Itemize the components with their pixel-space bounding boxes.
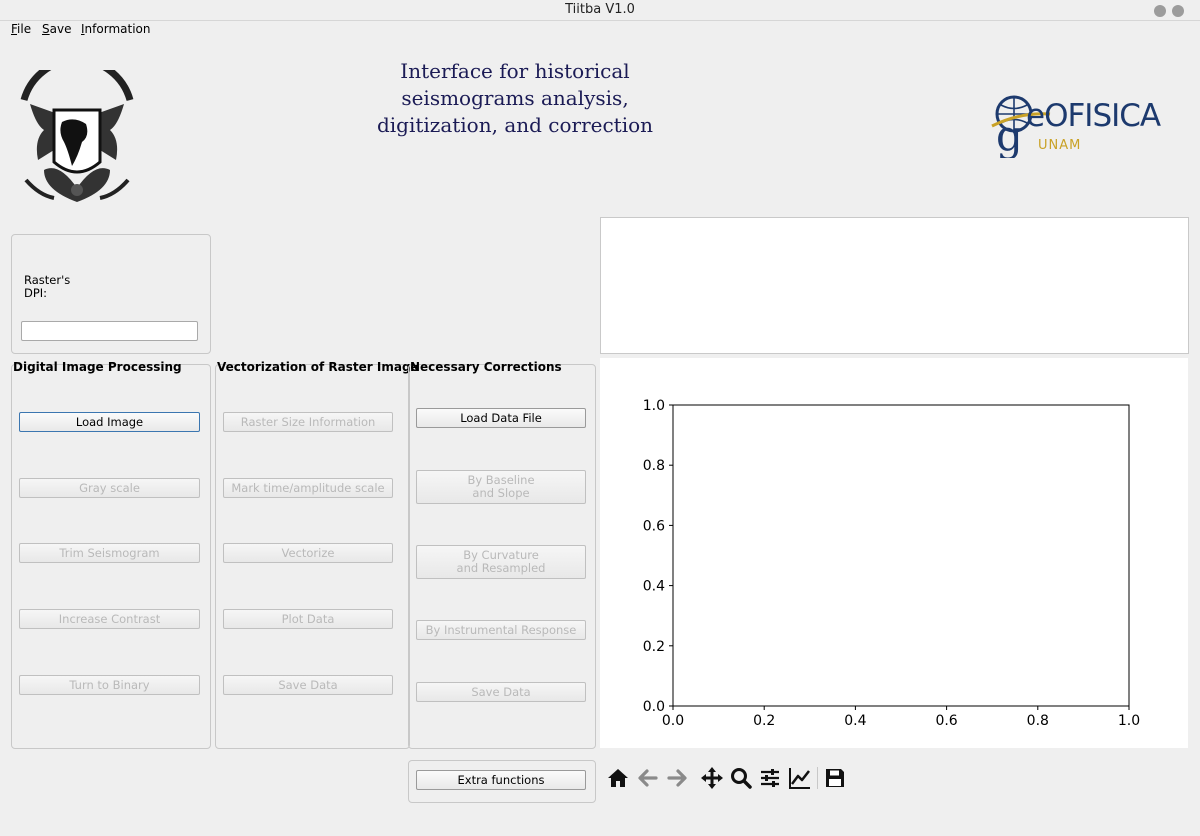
axes-frame — [672, 404, 1130, 707]
y-tick-label: 0.0 — [643, 699, 665, 715]
by-instrumental-response-button[interactable]: By Instrumental Response — [416, 620, 586, 640]
menu-file[interactable]: File — [11, 22, 31, 36]
menu-save[interactable]: Save — [42, 22, 71, 36]
y-tick-label: 1.0 — [643, 398, 665, 414]
chart-svg: 0.0 0.2 0.4 0.6 0.8 1.0 0.0 0.2 0.4 0.6 0.8 1.0 — [643, 398, 1140, 729]
increase-contrast-button[interactable]: Increase Contrast — [19, 609, 200, 629]
image-preview-area — [600, 217, 1189, 354]
x-tick-label: 0.0 — [662, 713, 684, 729]
menu-save-mnemonic: S — [42, 22, 50, 36]
save-data-vectorization-button[interactable]: Save Data — [223, 675, 393, 695]
by-curvature-line-2: and Resampled — [456, 561, 546, 575]
unam-logo — [14, 56, 140, 210]
geofisica-logo: g eOFISICA UNAM — [990, 92, 1190, 158]
configure-subplots-icon[interactable] — [757, 765, 783, 791]
digital-image-processing-title: Digital Image Processing — [13, 360, 182, 374]
menu-file-label: ile — [17, 22, 32, 36]
save-icon[interactable] — [822, 765, 848, 791]
geofisica-logo-subtext: UNAM — [1038, 138, 1082, 153]
geofisica-logo-text: eOFISICA — [1026, 98, 1161, 134]
vectorization-title: Vectorization of Raster Image — [217, 360, 419, 374]
forward-arrow-icon[interactable] — [664, 765, 690, 791]
menu-information-label: nformation — [84, 22, 151, 36]
raster-size-information-button[interactable]: Raster Size Information — [223, 412, 393, 432]
minimize-button[interactable] — [1154, 5, 1166, 17]
gray-scale-button[interactable]: Gray scale — [19, 478, 200, 498]
window-titlebar: Tiitba V1.0 — [0, 0, 1200, 21]
svg-text:g: g — [996, 111, 1023, 158]
plot-data-button[interactable]: Plot Data — [223, 609, 393, 629]
plot-canvas[interactable]: 0.0 0.2 0.4 0.6 0.8 1.0 0.0 0.2 0.4 0.6 0.8 1.0 — [600, 358, 1188, 748]
by-curvature-and-resampled-button[interactable]: By Curvature and Resampled — [416, 545, 586, 579]
menu-information[interactable]: Information — [81, 22, 150, 36]
vectorize-button[interactable]: Vectorize — [223, 543, 393, 563]
zoom-icon[interactable] — [728, 765, 754, 791]
heading-line-3: digitization, and correction — [376, 113, 654, 137]
dpi-label: Raster's DPI: — [24, 274, 70, 300]
y-tick-label: 0.6 — [643, 518, 665, 534]
dpi-input[interactable] — [21, 321, 198, 341]
menu-save-label: ave — [49, 22, 72, 36]
home-icon[interactable] — [605, 765, 631, 791]
load-data-file-button[interactable]: Load Data File — [416, 408, 586, 428]
back-arrow-icon[interactable] — [635, 765, 661, 791]
maximize-button[interactable] — [1172, 5, 1184, 17]
load-image-button[interactable]: Load Image — [19, 412, 200, 432]
menu-bar: File Save Information — [0, 21, 1200, 39]
heading-line-1: Interface for historical — [400, 59, 630, 83]
app-heading: Interface for historical seismograms ana… — [340, 58, 690, 139]
corrections-title: Necessary Corrections — [410, 360, 562, 374]
pan-icon[interactable] — [699, 765, 725, 791]
by-baseline-and-slope-button[interactable]: By Baseline and Slope — [416, 470, 586, 504]
edit-axis-icon[interactable] — [787, 765, 813, 791]
by-baseline-line-2: and Slope — [472, 486, 530, 500]
x-tick-label: 0.2 — [753, 713, 775, 729]
y-tick-label: 0.2 — [643, 639, 665, 655]
trim-seismogram-button[interactable]: Trim Seismogram — [19, 543, 200, 563]
x-tick-label: 0.4 — [844, 713, 866, 729]
save-data-corrections-button[interactable]: Save Data — [416, 682, 586, 702]
mark-time-amplitude-scale-button[interactable]: Mark time/amplitude scale — [223, 478, 393, 498]
y-tick-label: 0.8 — [643, 458, 665, 474]
toolbar-separator — [817, 767, 818, 789]
heading-line-2: seismograms analysis, — [401, 86, 629, 110]
extra-functions-button[interactable]: Extra functions — [416, 770, 586, 790]
x-tick-label: 0.6 — [935, 713, 957, 729]
dpi-label-line-2: DPI: — [24, 286, 48, 300]
window-title: Tiitba V1.0 — [565, 2, 635, 17]
x-tick-label: 1.0 — [1118, 713, 1140, 729]
y-tick-label: 0.4 — [643, 579, 665, 595]
x-tick-label: 0.8 — [1027, 713, 1049, 729]
turn-to-binary-button[interactable]: Turn to Binary — [19, 675, 200, 695]
